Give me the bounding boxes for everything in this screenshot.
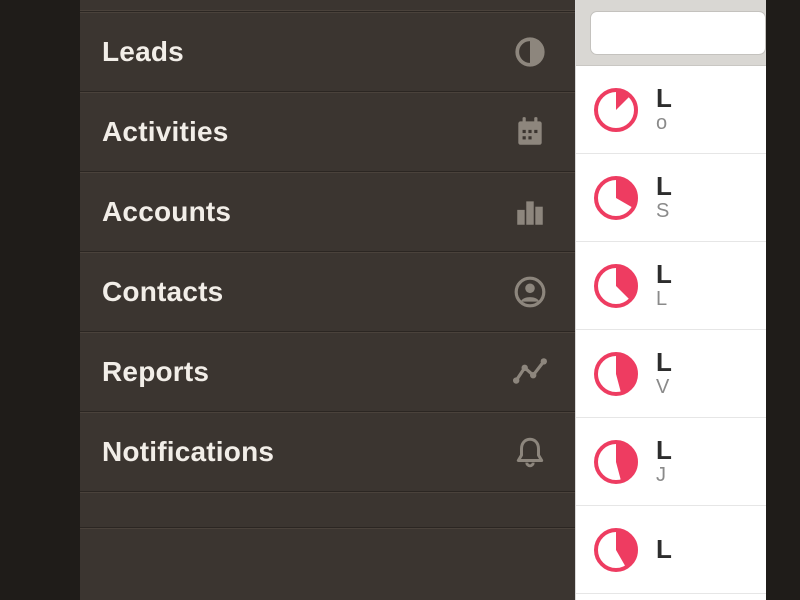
sidebar-item-activities[interactable]: Activities [80,92,575,172]
list-item-subtitle: L [656,288,672,311]
sidebar-item-label: Activities [102,116,229,148]
list-item-title: L [656,172,672,201]
progress-pie-icon [594,88,638,132]
half-circle-icon [513,35,547,69]
sidebar-divider [80,492,575,528]
list-item-title: L [656,436,672,465]
list-item-texts: L L [656,260,672,312]
list-item[interactable]: L L [576,242,766,330]
list-item[interactable]: L V [576,330,766,418]
list-item-subtitle: S [656,200,672,223]
sidebar-item-leads[interactable]: Leads [80,12,575,92]
list-item-texts: L V [656,348,672,400]
list-item-texts: L S [656,172,672,224]
list-item-title: L [656,260,672,289]
list-item-texts: L o [656,84,672,136]
progress-pie-icon [594,528,638,572]
bars-icon [513,195,547,229]
list-item-subtitle: J [656,464,672,487]
list-item-texts: L J [656,436,672,488]
leads-list: L o L S L L L V L J L [576,66,766,600]
window-margin-left [0,0,80,600]
progress-pie-icon [594,440,638,484]
sidebar-item-label: Reports [102,356,209,388]
list-item[interactable]: L S [576,154,766,242]
progress-pie-icon [594,352,638,396]
list-item-texts: L [656,535,672,564]
list-item[interactable]: L o [576,66,766,154]
sidebar-divider [80,0,575,12]
sidebar-item-partial [80,528,575,564]
progress-pie-icon [594,176,638,220]
list-item-subtitle: o [656,112,672,135]
person-circle-icon [513,275,547,309]
list-item-subtitle: V [656,376,672,399]
sidebar-item-label: Contacts [102,276,223,308]
sidebar-item-label: Accounts [102,196,231,228]
list-item[interactable]: L J [576,418,766,506]
window-margin-right [766,0,800,600]
line-chart-icon [513,355,547,389]
sidebar-item-notifications[interactable]: Notifications [80,412,575,492]
sidebar-item-label: Leads [102,36,184,68]
list-item[interactable]: L [576,506,766,594]
sidebar-item-contacts[interactable]: Contacts [80,252,575,332]
list-item-title: L [656,348,672,377]
progress-pie-icon [594,264,638,308]
sidebar-item-accounts[interactable]: Accounts [80,172,575,252]
search-input[interactable] [590,11,766,55]
list-item-title: L [656,84,672,113]
sidebar-item-reports[interactable]: Reports [80,332,575,412]
bell-icon [513,435,547,469]
list-item-title: L [656,535,672,564]
calendar-icon [513,115,547,149]
sidebar-item-label: Notifications [102,436,274,468]
sidebar: Leads Activities Accounts Contacts Repor… [80,0,575,600]
content-panel: L o L S L L L V L J L [575,0,766,600]
search-bar [576,0,766,66]
